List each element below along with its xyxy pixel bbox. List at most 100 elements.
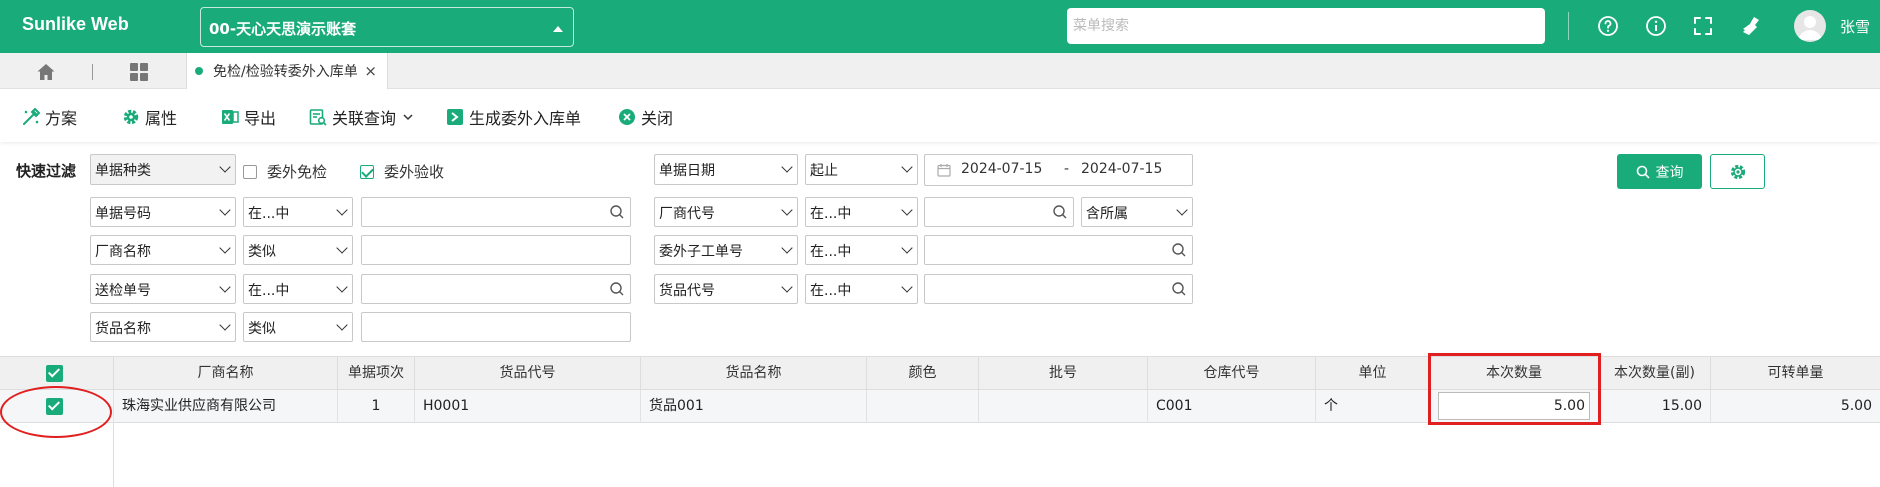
date-range-separator: - — [1064, 161, 1070, 177]
close-button[interactable]: 关闭 — [618, 105, 673, 129]
tab-active-document[interactable]: 免检/检验转委外入库单 × — [186, 53, 388, 89]
field-value: 送检单号 — [95, 283, 151, 299]
related-query-button[interactable]: 关联查询 — [309, 105, 414, 129]
fullscreen-icon[interactable] — [1691, 14, 1715, 38]
calendar-icon — [937, 163, 951, 181]
col-item-code[interactable]: 货品代号 — [415, 357, 641, 391]
excel-icon — [221, 108, 239, 126]
outsource-exempt-label: 委外免检 — [267, 163, 328, 181]
chevron-down-icon — [901, 204, 913, 216]
cell-warehouse: C001 — [1148, 390, 1316, 423]
col-vendor-name[interactable]: 厂商名称 — [114, 357, 338, 391]
caret-up-icon — [553, 26, 563, 32]
tab-label: 免检/检验转委外入库单 — [213, 64, 358, 80]
filter-field-item-name[interactable]: 货品名称 — [90, 312, 236, 342]
col-convertible[interactable]: 可转单量 — [1711, 357, 1880, 391]
filter-field-vendor-code[interactable]: 厂商代号 — [654, 197, 798, 227]
date-to: 2024-07-15 — [1081, 161, 1163, 177]
apps-grid-icon[interactable] — [129, 62, 149, 86]
item-name-input[interactable] — [361, 312, 631, 342]
home-icon[interactable] — [36, 62, 56, 86]
cell-seq: 1 — [338, 390, 415, 423]
field-value: 委外子工单号 — [659, 244, 743, 260]
field-value: 厂商名称 — [95, 244, 151, 260]
col-color[interactable]: 颜色 — [867, 357, 979, 391]
col-seq[interactable]: 单据项次 — [338, 357, 415, 391]
tab-separator — [92, 64, 93, 80]
filter-op-inspection-no[interactable]: 在...中 — [243, 274, 353, 304]
field-value: 货品代号 — [659, 283, 715, 299]
checkbox-unchecked-icon — [243, 164, 257, 179]
help-icon[interactable] — [1596, 14, 1620, 38]
include-subordinate-value: 含所属 — [1086, 206, 1128, 222]
field-value: 货品名称 — [95, 321, 151, 337]
gear-icon — [1730, 164, 1745, 179]
include-subordinate-select[interactable]: 含所属 — [1081, 197, 1193, 227]
bill-type-value: 单据种类 — [95, 163, 151, 179]
vendor-code-input[interactable] — [924, 197, 1074, 227]
vendor-name-input[interactable] — [361, 235, 631, 265]
username[interactable]: 张雪 — [1840, 16, 1870, 37]
item-code-input[interactable] — [924, 274, 1193, 304]
chevron-down-icon — [901, 242, 913, 254]
filter-op-vendor-code[interactable]: 在...中 — [805, 197, 918, 227]
chevron-down-icon — [219, 319, 231, 331]
col-warehouse[interactable]: 仓库代号 — [1148, 357, 1316, 391]
col-batch[interactable]: 批号 — [979, 357, 1148, 391]
date-op-select[interactable]: 起止 — [805, 154, 918, 185]
scheme-button[interactable]: 方案 — [22, 105, 77, 129]
select-all-checkbox[interactable] — [46, 365, 63, 382]
bill-no-input[interactable] — [361, 197, 631, 227]
filter-op-vendor-name[interactable]: 类似 — [243, 235, 353, 265]
cell-vendor-name: 珠海实业供应商有限公司 — [114, 390, 338, 423]
col-item-name[interactable]: 货品名称 — [641, 357, 867, 391]
generate-label: 生成委外入库单 — [469, 109, 582, 128]
query-button[interactable]: 查询 — [1617, 154, 1702, 189]
filter-field-inspection-no[interactable]: 送检单号 — [90, 274, 236, 304]
filter-op-bill-no[interactable]: 在...中 — [243, 197, 353, 227]
filter-op-item-code[interactable]: 在...中 — [805, 274, 918, 304]
generate-outsource-receipt-button[interactable]: 生成委外入库单 — [446, 105, 581, 129]
search-icon[interactable] — [1052, 204, 1068, 224]
clean-icon[interactable] — [1739, 14, 1763, 38]
chevron-down-icon — [336, 319, 348, 331]
close-icon[interactable]: × — [364, 62, 377, 80]
filter-field-bill-no[interactable]: 单据号码 — [90, 197, 236, 227]
search-icon[interactable] — [609, 281, 625, 301]
account-selector[interactable]: 00-天心天思演示账套 — [200, 7, 574, 47]
date-field-select[interactable]: 单据日期 — [654, 154, 798, 185]
op-value: 在...中 — [810, 206, 852, 222]
filter-op-sub-workorder[interactable]: 在...中 — [805, 235, 918, 265]
filter-field-sub-workorder[interactable]: 委外子工单号 — [654, 235, 798, 265]
avatar[interactable] — [1794, 10, 1826, 42]
search-icon[interactable] — [1171, 281, 1187, 301]
date-range-input[interactable]: 2024-07-15 - 2024-07-15 — [924, 154, 1193, 186]
outsource-exempt-checkbox[interactable]: 委外免检 — [243, 161, 327, 182]
filter-settings-button[interactable] — [1710, 154, 1765, 189]
export-button[interactable]: 导出 — [221, 105, 276, 129]
chevron-down-icon — [219, 161, 231, 173]
bill-type-select[interactable]: 单据种类 — [90, 154, 236, 185]
properties-button[interactable]: 属性 — [122, 105, 177, 129]
info-icon[interactable] — [1644, 14, 1668, 38]
search-icon[interactable] — [609, 204, 625, 224]
cell-qty-aux: 15.00 — [1599, 390, 1711, 423]
export-label: 导出 — [244, 109, 277, 128]
inspection-no-input[interactable] — [361, 274, 631, 304]
outsource-accept-label: 委外验收 — [384, 163, 445, 181]
gear-icon — [122, 108, 140, 126]
filter-field-item-code[interactable]: 货品代号 — [654, 274, 798, 304]
outsource-accept-checkbox[interactable]: 委外验收 — [360, 161, 444, 182]
search-icon[interactable] — [1171, 242, 1187, 262]
annotation-rectangle — [1428, 353, 1601, 425]
sub-workorder-input[interactable] — [924, 235, 1193, 265]
col-unit[interactable]: 单位 — [1316, 357, 1430, 391]
op-value: 在...中 — [810, 244, 852, 260]
col-qty-aux[interactable]: 本次数量(副) — [1599, 357, 1711, 391]
cell-convertible: 5.00 — [1840, 398, 1872, 414]
chevron-down-icon — [219, 281, 231, 293]
menu-search-input[interactable] — [1067, 8, 1545, 44]
filter-op-item-name[interactable]: 类似 — [243, 312, 353, 342]
active-dot-icon — [195, 67, 203, 75]
filter-field-vendor-name[interactable]: 厂商名称 — [90, 235, 236, 265]
